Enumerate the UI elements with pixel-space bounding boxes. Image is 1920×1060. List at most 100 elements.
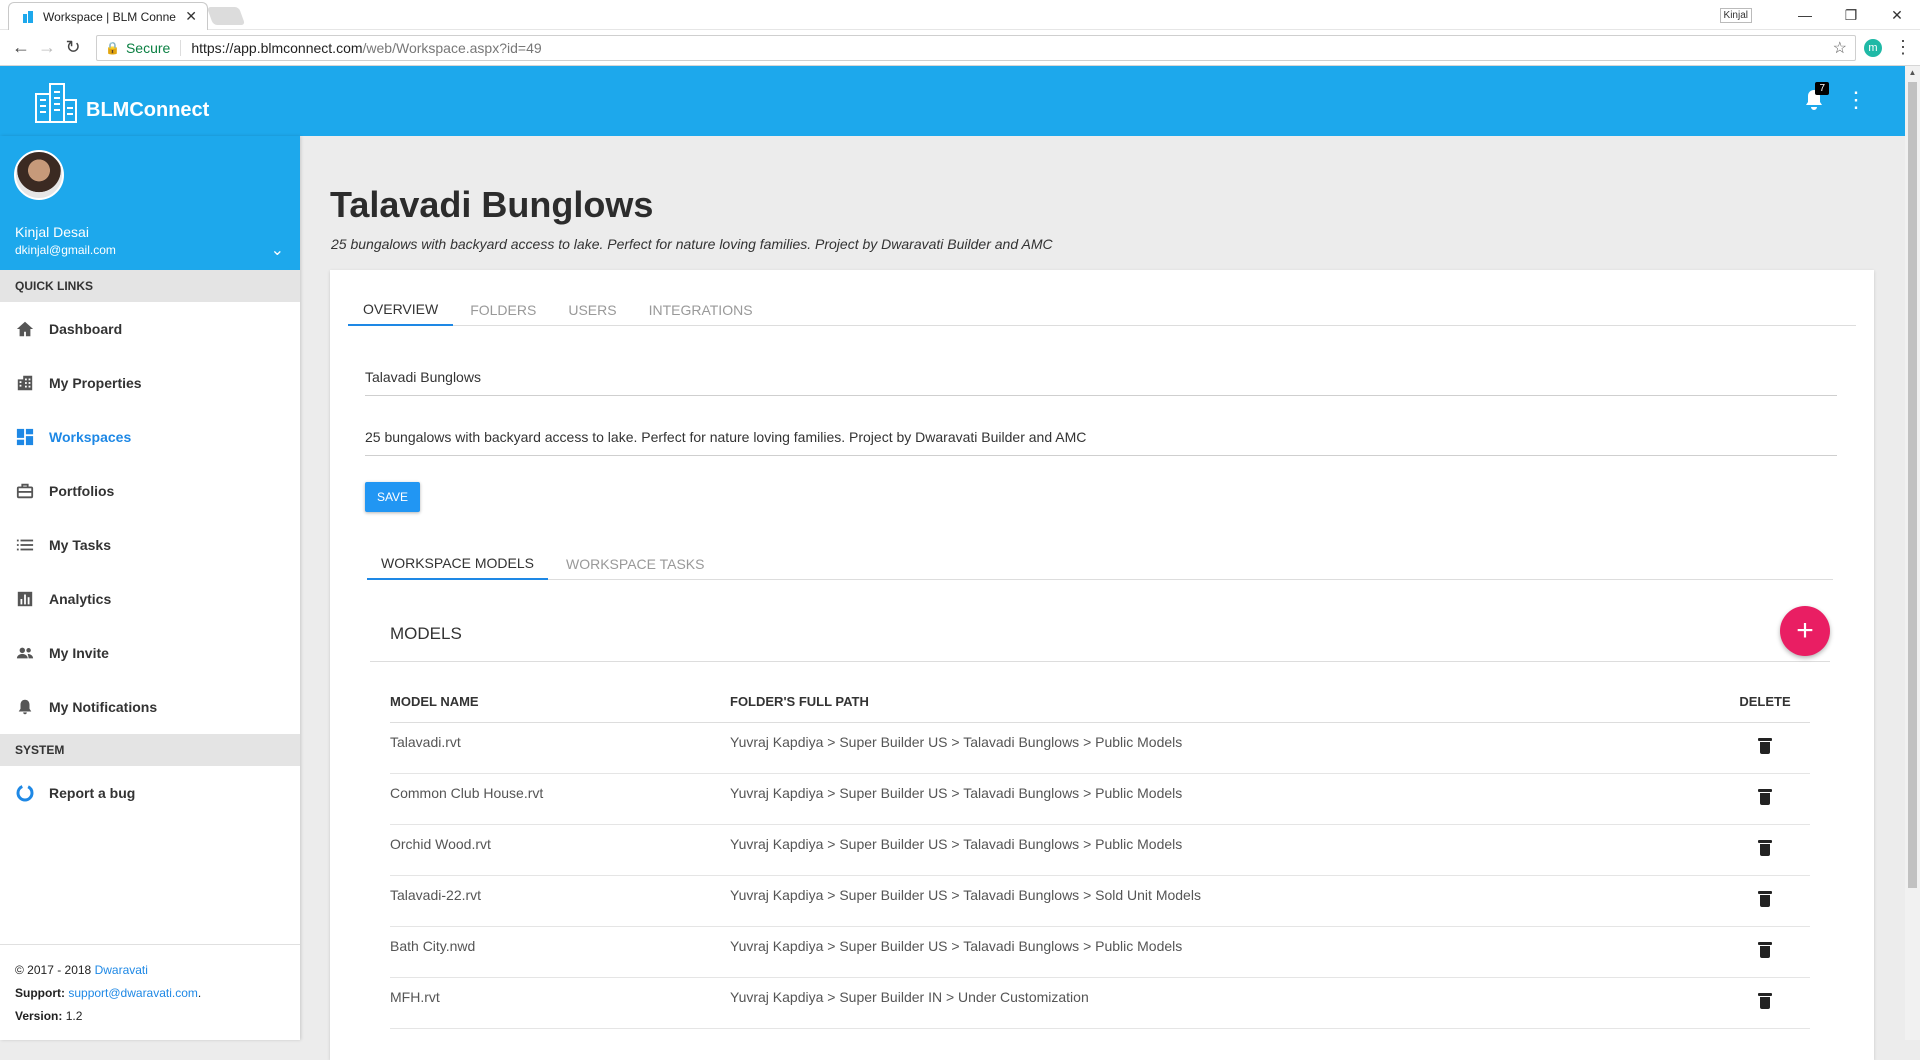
workspace-card: OVERVIEW FOLDERS USERS INTEGRATIONS Tala…: [330, 270, 1874, 1060]
forward-icon[interactable]: →: [34, 37, 60, 58]
scroll-up-icon[interactable]: ▲: [1905, 68, 1920, 77]
sidebar-item-my-invite[interactable]: My Invite: [0, 626, 300, 680]
main-content: Talavadi Bunglows 25 bungalows with back…: [300, 136, 1905, 1060]
loading-circle-icon: [15, 783, 35, 803]
sidebar-item-portfolios[interactable]: Portfolios: [0, 464, 300, 518]
tab-users[interactable]: USERS: [553, 294, 631, 326]
window-close-icon[interactable]: ✕: [1874, 7, 1920, 24]
page-scrollbar[interactable]: ▲: [1905, 66, 1920, 1040]
avatar[interactable]: [14, 150, 64, 200]
sidebar: Kinjal Desai dkinjal@gmail.com ⌄ QUICK L…: [0, 136, 300, 1040]
folder-path-cell: Yuvraj Kapdiya > Super Builder US > Tala…: [730, 824, 1720, 876]
window-controls: Kinjal — ❐ ✕: [1719, 0, 1920, 30]
model-name-cell: Orchid Wood.rvt: [390, 824, 730, 876]
add-model-button[interactable]: +: [1780, 606, 1830, 656]
support-email-link[interactable]: support@dwaravati.com: [68, 986, 198, 1000]
copyright-line: © 2017 - 2018 Dwaravati: [15, 959, 285, 982]
app-menu-icon[interactable]: ⋮: [1845, 89, 1867, 111]
column-header-folder-path[interactable]: FOLDER'S FULL PATH: [730, 682, 1720, 723]
notifications-bell-icon[interactable]: 7: [1803, 82, 1829, 112]
bookmark-star-icon[interactable]: ☆: [1833, 38, 1847, 58]
sidebar-item-my-notifications[interactable]: My Notifications: [0, 680, 300, 734]
version-label: Version:: [15, 1009, 63, 1023]
version-line: Version: 1.2: [15, 1005, 285, 1028]
page-subtitle: 25 bungalows with backyard access to lak…: [331, 236, 1053, 252]
page-title: Talavadi Bunglows: [330, 184, 654, 225]
briefcase-icon: [15, 481, 35, 501]
tab-workspace-models[interactable]: WORKSPACE MODELS: [367, 548, 548, 580]
model-name-cell: Talavadi.rvt: [390, 722, 730, 774]
trash-icon[interactable]: [1758, 941, 1772, 958]
tab-folders[interactable]: FOLDERS: [455, 294, 551, 326]
browser-menu-icon[interactable]: ⋮: [1894, 37, 1912, 58]
workspace-description-field[interactable]: 25 bungalows with backyard access to lak…: [365, 418, 1837, 456]
home-icon: [15, 319, 35, 339]
reload-icon[interactable]: ↻: [60, 37, 86, 58]
sidebar-item-label: Portfolios: [49, 483, 115, 499]
back-icon[interactable]: ←: [8, 37, 34, 58]
new-tab-button[interactable]: [206, 7, 246, 25]
people-icon: [15, 643, 35, 663]
folder-path-cell: Yuvraj Kapdiya > Super Builder US > Tala…: [730, 875, 1720, 927]
table-row: Talavadi.rvt Yuvraj Kapdiya > Super Buil…: [390, 722, 1810, 774]
sidebar-item-label: Workspaces: [49, 429, 132, 445]
dashboard-grid-icon: [15, 427, 35, 447]
sidebar-item-label: Dashboard: [49, 321, 123, 337]
sidebar-item-label: Analytics: [49, 591, 112, 607]
brand-logo[interactable]: BLMConnect: [32, 80, 209, 124]
model-name-cell: Common Club House.rvt: [390, 773, 730, 825]
tab-integrations[interactable]: INTEGRATIONS: [634, 294, 768, 326]
buildings-logo-icon: [35, 83, 77, 123]
models-heading: MODELS: [390, 624, 462, 643]
user-profile-panel: Kinjal Desai dkinjal@gmail.com ⌄: [0, 136, 300, 270]
trash-icon[interactable]: [1758, 788, 1772, 805]
scrollbar-thumb[interactable]: [1908, 82, 1917, 888]
folder-path-cell: Yuvraj Kapdiya > Super Builder US > Tala…: [730, 926, 1720, 978]
sidebar-item-report-bug[interactable]: Report a bug: [0, 766, 300, 820]
sidebar-item-my-properties[interactable]: My Properties: [0, 356, 300, 410]
save-button[interactable]: SAVE: [365, 482, 420, 512]
sidebar-item-dashboard[interactable]: Dashboard: [0, 302, 300, 356]
delete-cell: [1720, 773, 1810, 825]
trash-icon[interactable]: [1758, 737, 1772, 754]
tab-workspace-tasks[interactable]: WORKSPACE TASKS: [552, 548, 718, 580]
tab-overview[interactable]: OVERVIEW: [348, 294, 454, 326]
column-header-model-name[interactable]: MODEL NAME: [390, 682, 730, 723]
company-link[interactable]: Dwaravati: [95, 963, 148, 977]
trash-icon[interactable]: [1758, 839, 1772, 856]
url-text: https://app.blmconnect.com/web/Workspace…: [191, 40, 541, 56]
support-label: Support:: [15, 986, 65, 1000]
profile-email: dkinjal@gmail.com: [15, 243, 116, 257]
delete-cell: [1720, 824, 1810, 876]
copyright-text: © 2017 - 2018: [15, 963, 92, 977]
sidebar-item-analytics[interactable]: Analytics: [0, 572, 300, 626]
sidebar-item-workspaces[interactable]: Workspaces: [0, 410, 300, 464]
chevron-down-icon[interactable]: ⌄: [271, 240, 284, 260]
browser-user-chip[interactable]: Kinjal: [1719, 7, 1752, 23]
bar-chart-icon: [15, 589, 35, 609]
sidebar-item-label: My Tasks: [49, 537, 111, 553]
table-row: Orchid Wood.rvt Yuvraj Kapdiya > Super B…: [390, 824, 1810, 876]
browser-tabbar: Workspace | BLM Conne ✕ Kinjal — ❐ ✕: [0, 0, 1920, 30]
model-name-cell: MFH.rvt: [390, 977, 730, 1029]
profile-name: Kinjal Desai: [15, 224, 89, 240]
workspace-name-field[interactable]: Talavadi Bunglows: [365, 358, 1837, 396]
extension-icon[interactable]: m: [1864, 38, 1882, 57]
folder-path-cell: Yuvraj Kapdiya > Super Builder US > Tala…: [730, 773, 1720, 825]
bell-icon: [15, 697, 35, 717]
table-row: Common Club House.rvt Yuvraj Kapdiya > S…: [390, 773, 1810, 825]
url-field[interactable]: 🔒 Secure https://app.blmconnect.com/web/…: [96, 34, 1856, 61]
workspace-tabs: OVERVIEW FOLDERS USERS INTEGRATIONS: [348, 294, 1856, 326]
folder-path-cell: Yuvraj Kapdiya > Super Builder US > Tala…: [730, 722, 1720, 774]
browser-tab[interactable]: Workspace | BLM Conne ✕: [8, 2, 208, 30]
trash-icon[interactable]: [1758, 890, 1772, 907]
sidebar-item-label: My Invite: [49, 645, 109, 661]
trash-icon[interactable]: [1758, 992, 1772, 1009]
restore-icon[interactable]: ❐: [1828, 7, 1874, 24]
lock-icon: 🔒: [105, 40, 120, 55]
sidebar-item-my-tasks[interactable]: My Tasks: [0, 518, 300, 572]
close-tab-icon[interactable]: ✕: [185, 8, 197, 25]
table-row: Bath City.nwd Yuvraj Kapdiya > Super Bui…: [390, 926, 1810, 978]
sidebar-footer: © 2017 - 2018 Dwaravati Support: support…: [0, 944, 300, 1040]
minimize-icon[interactable]: —: [1782, 7, 1828, 23]
